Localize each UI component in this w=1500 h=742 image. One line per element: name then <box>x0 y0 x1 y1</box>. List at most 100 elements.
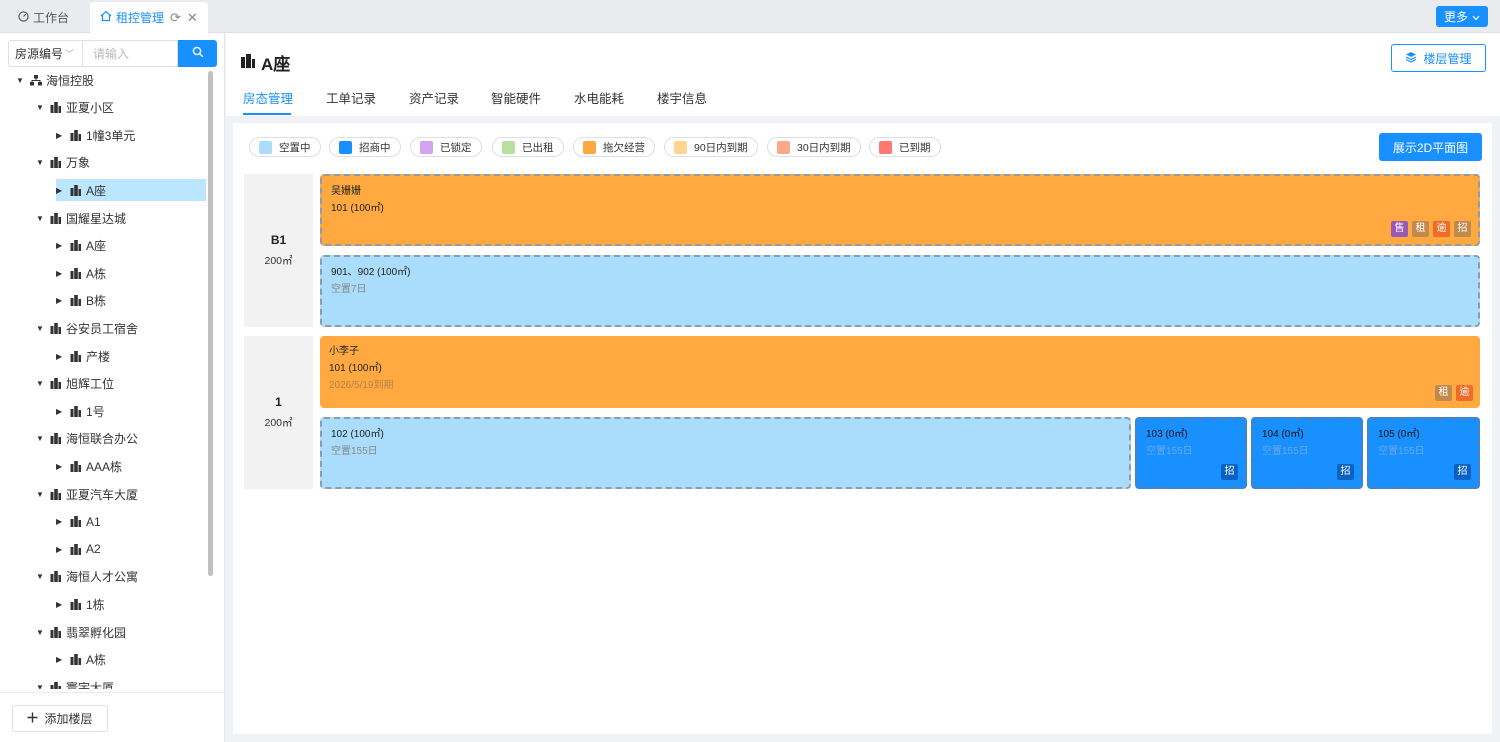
caret-right-icon[interactable]: ▶ <box>56 296 70 305</box>
tree-node-label: 1幢3单元 <box>86 128 136 143</box>
tree-node[interactable]: ▶ 1号 <box>56 400 105 422</box>
tree-node[interactable]: ▶ A2 <box>56 538 101 560</box>
unit-badges: 招 <box>1454 464 1471 480</box>
legend-swatch <box>259 140 272 154</box>
caret-down-icon[interactable]: ▼ <box>16 76 30 85</box>
tree-node[interactable]: ▼ 海恒人才公寓 <box>36 566 138 588</box>
building-icon <box>50 322 66 334</box>
legend-vacant[interactable]: 空置中 <box>249 137 321 157</box>
show-2d-floorplan-button[interactable]: 展示2D平面图 <box>1379 133 1482 161</box>
tab-assets[interactable]: 资产记录 <box>409 88 459 107</box>
caret-down-icon[interactable]: ▼ <box>36 214 50 223</box>
tab-workbench-label: 工作台 <box>33 11 70 25</box>
caret-down-icon[interactable]: ▼ <box>36 103 50 112</box>
legend-30-days[interactable]: 30日内到期 <box>767 137 861 157</box>
refresh-icon[interactable]: ⟳ <box>170 10 181 26</box>
tree-node[interactable]: ▶ A栋 <box>56 262 106 284</box>
tree-node[interactable]: ▼ 旭辉工位 <box>36 373 114 395</box>
tree-node[interactable]: ▶ 产楼 <box>56 345 110 367</box>
tree-node[interactable]: ▶ A1 <box>56 511 101 533</box>
caret-down-icon[interactable]: ▼ <box>36 379 50 388</box>
search-input[interactable] <box>82 40 178 67</box>
caret-right-icon[interactable]: ▶ <box>56 131 70 140</box>
tree-node[interactable]: ▼ 谷安员工宿舍 <box>36 317 138 339</box>
tab-smart-hardware[interactable]: 智能硬件 <box>491 88 541 107</box>
caret-right-icon[interactable]: ▶ <box>56 545 70 554</box>
unit-badges: 招 <box>1221 464 1238 480</box>
caret-down-icon[interactable]: ▼ <box>36 572 50 581</box>
unit-vacancy: 空置155日 <box>1146 446 1193 457</box>
caret-right-icon[interactable]: ▶ <box>56 352 70 361</box>
unit-1-105[interactable]: 105 (0㎡) 空置155日 招 <box>1367 417 1480 489</box>
unit-b1-101[interactable]: 吴姗姗 101 (100㎡) 售 租 逾 招 <box>320 174 1480 246</box>
caret-down-icon[interactable]: ▼ <box>36 158 50 167</box>
legend-locked[interactable]: 已锁定 <box>410 137 482 157</box>
tree-node[interactable]: ▶ B栋 <box>56 290 106 312</box>
tab-work-orders[interactable]: 工单记录 <box>326 88 376 107</box>
tab-energy[interactable]: 水电能耗 <box>574 88 624 107</box>
tab-rent-control[interactable]: 租控管理 ⟳ ✕ <box>90 2 208 33</box>
caret-right-icon[interactable]: ▶ <box>56 655 70 664</box>
caret-down-icon[interactable]: ▼ <box>36 628 50 637</box>
tree-node[interactable]: ▶ AAA栋 <box>56 455 122 477</box>
search-field-select-value: 房源编号 <box>15 47 64 61</box>
more-button[interactable]: 更多 <box>1435 6 1488 27</box>
page-header: A座 楼层管理 房态管理 工单记录 资产记录 智能硬件 水电能耗 楼宇信息 <box>226 33 1500 116</box>
building-icon <box>240 53 255 73</box>
legend-90-days[interactable]: 90日内到期 <box>664 137 758 157</box>
legend-swatch <box>674 140 687 154</box>
floor-manage-button[interactable]: 楼层管理 <box>1391 44 1486 72</box>
caret-down-icon[interactable]: ▼ <box>36 324 50 333</box>
unit-1-102[interactable]: 102 (100㎡) 空置155日 <box>320 417 1131 489</box>
more-button-label: 更多 <box>1443 10 1468 24</box>
caret-right-icon[interactable]: ▶ <box>56 517 70 526</box>
legend-leasing[interactable]: 招商中 <box>329 137 401 157</box>
badge-leasing: 招 <box>1337 464 1354 480</box>
tree-node[interactable]: ▶ A栋 <box>56 649 106 671</box>
building-icon <box>70 267 86 279</box>
tree-node[interactable]: ▶ A座 <box>56 179 206 202</box>
tab-workbench[interactable]: 工作台 <box>8 2 79 33</box>
unit-1-104[interactable]: 104 (0㎡) 空置155日 招 <box>1251 417 1363 489</box>
tree-node[interactable]: ▼ 翡翠孵化园 <box>36 621 126 643</box>
caret-down-icon[interactable]: ▼ <box>36 434 50 443</box>
caret-right-icon[interactable]: ▶ <box>56 600 70 609</box>
search-button[interactable] <box>178 40 217 67</box>
tree-node[interactable]: ▶ 1幢3单元 <box>56 124 135 146</box>
tree-node[interactable]: ▼ 寰宇大厦 <box>36 676 114 689</box>
caret-right-icon[interactable]: ▶ <box>56 241 70 250</box>
caret-right-icon[interactable]: ▶ <box>56 269 70 278</box>
legend-rented[interactable]: 已出租 <box>492 137 564 157</box>
tree-node[interactable]: ▼ 海恒联合办公 <box>36 428 138 450</box>
unit-expiry: 2026/5/19到期 <box>329 380 394 391</box>
floor-name: 1 <box>275 395 282 409</box>
caret-down-icon[interactable]: ▼ <box>36 490 50 499</box>
caret-right-icon[interactable]: ▶ <box>56 462 70 471</box>
add-floor-button[interactable]: 添加楼层 <box>12 705 108 732</box>
tree-scrollbar[interactable] <box>208 71 213 576</box>
caret-right-icon[interactable]: ▶ <box>56 186 70 195</box>
unit-1-101[interactable]: 小李子 101 (100㎡) 2026/5/19到期 租 逾 <box>320 336 1480 408</box>
tree-node[interactable]: ▶ 1栋 <box>56 593 105 615</box>
legend-arrears[interactable]: 拖欠经营 <box>573 137 655 157</box>
legend-expired[interactable]: 已到期 <box>869 137 941 157</box>
tree-node[interactable]: ▶ A座 <box>56 235 106 257</box>
caret-right-icon[interactable]: ▶ <box>56 407 70 416</box>
search-field-select[interactable]: 房源编号 ﹀ <box>8 40 82 67</box>
unit-1-103[interactable]: 103 (0㎡) 空置155日 招 <box>1135 417 1247 489</box>
tree-node[interactable]: ▼ 海恒控股 <box>16 69 94 91</box>
tab-room-status[interactable]: 房态管理 <box>243 88 293 107</box>
tree-node[interactable]: ▼ 万象 <box>36 152 90 174</box>
close-icon[interactable]: ✕ <box>187 10 198 26</box>
unit-room: 101 (100㎡) <box>329 363 382 374</box>
tree-node[interactable]: ▼ 亚夏小区 <box>36 97 114 119</box>
caret-down-icon[interactable]: ▼ <box>36 683 50 689</box>
tree-node[interactable]: ▼ 亚夏汽车大厦 <box>36 483 138 505</box>
tab-building-info[interactable]: 楼宇信息 <box>657 88 707 107</box>
building-icon <box>70 129 86 141</box>
add-floor-label: 添加楼层 <box>44 712 93 726</box>
tree-node-label: 海恒控股 <box>46 73 95 88</box>
legend-label: 已到期 <box>899 141 931 154</box>
unit-b1-901-902[interactable]: 901、902 (100㎡) 空置7日 <box>320 255 1480 327</box>
tree-node[interactable]: ▼ 国耀星达城 <box>36 207 126 229</box>
